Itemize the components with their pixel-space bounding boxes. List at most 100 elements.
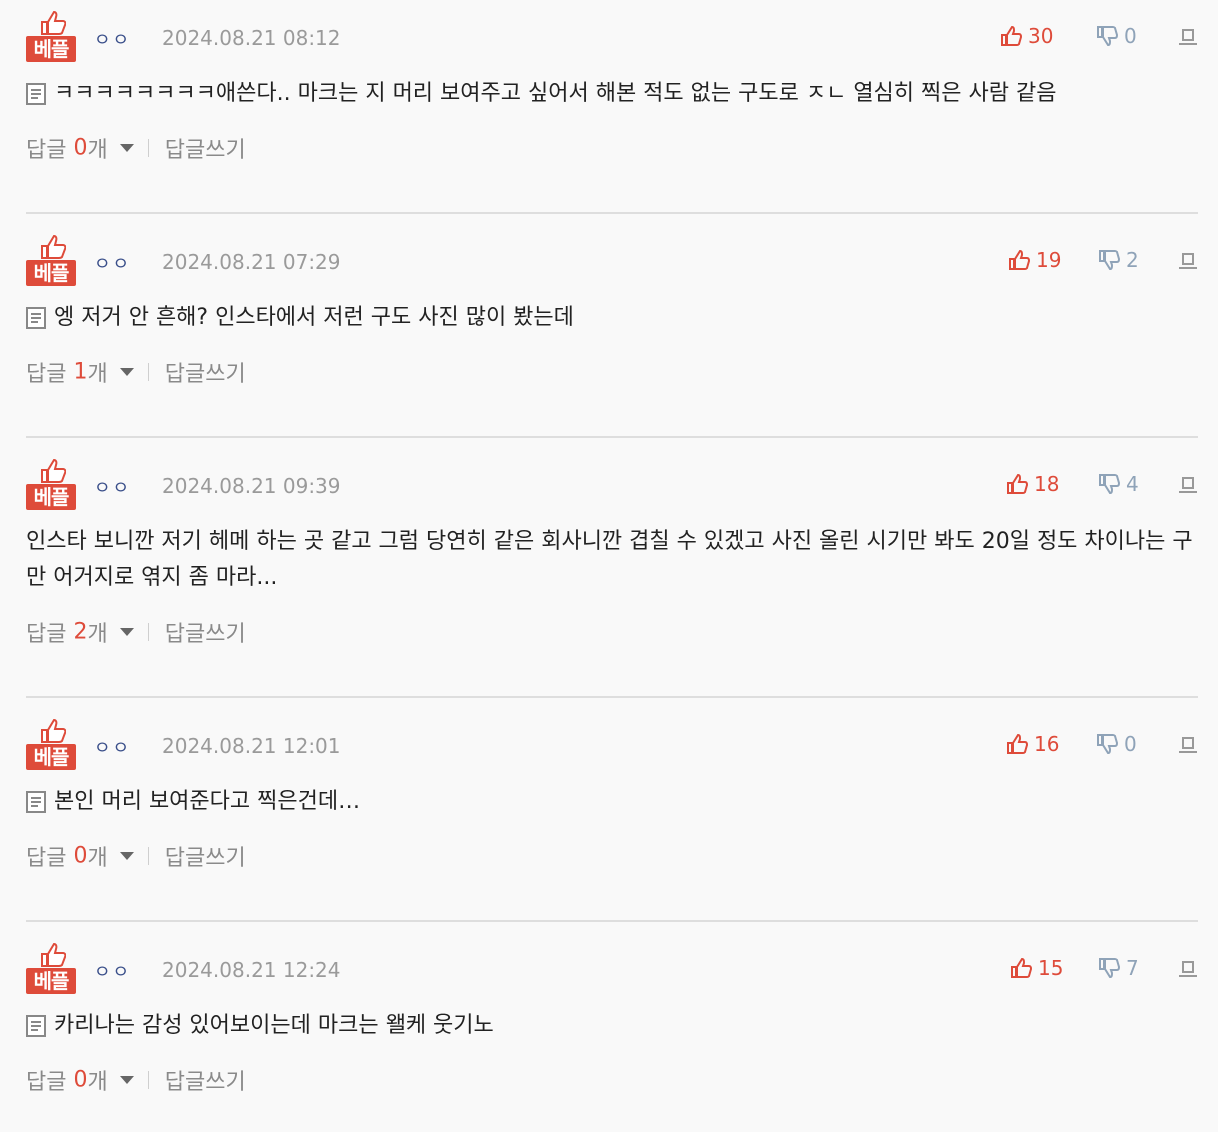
divider [147,139,149,157]
report-icon[interactable] [1178,28,1198,46]
report-icon[interactable] [1178,960,1198,978]
thumbs-down-icon [1099,474,1120,495]
document-icon [26,791,46,813]
report-icon[interactable] [1178,476,1198,494]
downvote-button[interactable]: 2 [1098,248,1139,272]
comment-item: 베플 ㅇㅇ 2024.08.21 07:29 19 2 엥 저거 안 흔해? 인… [26,224,1198,438]
comment-text: 본인 머리 보여준다고 찍은건데… [54,789,361,814]
upvote-count: 18 [1034,472,1060,496]
thumbs-down-icon [1099,250,1120,271]
reply-count: 0 [73,843,88,869]
best-comment-badge: 베플 [26,234,76,288]
downvote-button[interactable]: 0 [1096,732,1137,756]
comment-body: 인스타 보니깐 저기 헤메 하는 곳 같고 그럼 당연히 같은 회사니깐 겹칠 … [26,524,1198,596]
upvote-button[interactable]: 16 [1006,732,1059,756]
downvote-count: 4 [1126,472,1139,496]
reply-toggle[interactable]: 답글 1개 [26,359,134,387]
divider [147,623,149,641]
badge-label: 베플 [26,744,76,770]
comment-actions: 답글 0개 답글쓰기 [26,132,1198,192]
report-icon[interactable] [1178,736,1198,754]
timestamp: 2024.08.21 12:24 [162,958,341,982]
comment-list: 베플 ㅇㅇ 2024.08.21 08:12 30 0 ㅋㅋㅋㅋㅋㅋㅋㅋ애쓴다.… [0,0,1218,1132]
divider [147,363,149,381]
thumbs-down-icon [1097,734,1118,755]
write-reply-button[interactable]: 답글쓰기 [165,622,246,647]
upvote-count: 19 [1036,248,1062,272]
comment-actions: 답글 1개 답글쓰기 [26,356,1198,416]
comment-actions: 답글 0개 답글쓰기 [26,1064,1198,1124]
author-name[interactable]: ㅇㅇ [94,958,131,984]
comment-text: 카리나는 감성 있어보이는데 마크는 왤케 웃기노 [54,1013,494,1038]
report-icon[interactable] [1178,252,1198,270]
author-name[interactable]: ㅇㅇ [94,734,131,760]
upvote-count: 16 [1034,732,1060,756]
reply-toggle[interactable]: 답글 0개 [26,135,134,163]
document-icon [26,83,46,105]
timestamp: 2024.08.21 08:12 [162,26,341,50]
caret-down-icon [119,852,134,860]
badge-label: 베플 [26,484,76,510]
downvote-button[interactable]: 7 [1098,956,1139,980]
best-comment-badge: 베플 [26,942,76,996]
comment-item: 베플 ㅇㅇ 2024.08.21 12:01 16 0 본인 머리 보여준다고 … [26,708,1198,922]
best-comment-badge: 베플 [26,10,76,64]
reply-label: 답글 [26,1070,67,1095]
downvote-count: 0 [1124,732,1137,756]
thumbs-up-icon [41,458,66,483]
comment-body: 본인 머리 보여준다고 찍은건데… [26,784,1198,820]
reply-toggle[interactable]: 답글 2개 [26,619,134,647]
reply-toggle[interactable]: 답글 0개 [26,843,134,871]
write-reply-button[interactable]: 답글쓰기 [165,1070,246,1095]
caret-down-icon [119,144,134,152]
upvote-button[interactable]: 18 [1006,472,1059,496]
caret-down-icon [119,1076,134,1084]
author-name[interactable]: ㅇㅇ [94,250,131,276]
badge-label: 베플 [26,36,76,62]
divider [147,847,149,865]
thumbs-up-icon [41,234,66,259]
reply-count: 0 [73,135,88,161]
write-reply-button[interactable]: 답글쓰기 [165,138,246,163]
reply-label: 답글 [26,622,67,647]
upvote-count: 30 [1028,24,1054,48]
thumbs-down-icon [1099,958,1120,979]
upvote-button[interactable]: 15 [1010,956,1063,980]
reply-unit: 개 [87,362,108,387]
divider [147,1071,149,1089]
thumbs-down-icon [1097,26,1118,47]
reply-toggle[interactable]: 답글 0개 [26,1067,134,1095]
downvote-count: 7 [1126,956,1139,980]
reply-unit: 개 [87,622,108,647]
author-name[interactable]: ㅇㅇ [94,474,131,500]
author-name[interactable]: ㅇㅇ [94,26,131,52]
upvote-button[interactable]: 30 [1000,24,1053,48]
downvote-button[interactable]: 0 [1096,24,1137,48]
caret-down-icon [119,628,134,636]
comment-text: ㅋㅋㅋㅋㅋㅋㅋㅋ애쓴다.. 마크는 지 머리 보여주고 싶어서 해본 적도 없는… [54,81,1057,106]
comment-text: 인스타 보니깐 저기 헤메 하는 곳 같고 그럼 당연히 같은 회사니깐 겹칠 … [26,529,1193,590]
reply-count: 0 [73,1067,88,1093]
upvote-count: 15 [1038,956,1064,980]
document-icon [26,307,46,329]
write-reply-button[interactable]: 답글쓰기 [165,846,246,871]
write-reply-button[interactable]: 답글쓰기 [165,362,246,387]
reply-unit: 개 [87,846,108,871]
downvote-button[interactable]: 4 [1098,472,1139,496]
thumbs-up-icon [1007,733,1028,754]
reply-label: 답글 [26,362,67,387]
reply-unit: 개 [87,1070,108,1095]
reply-unit: 개 [87,138,108,163]
comment-item: 베플 ㅇㅇ 2024.08.21 09:39 18 4 인스타 보니깐 저기 헤… [26,448,1198,698]
comment-body: 엥 저거 안 흔해? 인스타에서 저런 구도 사진 많이 봤는데 [26,300,1198,336]
comment-item: 베플 ㅇㅇ 2024.08.21 12:24 15 7 카리나는 감성 있어보이… [26,932,1198,1132]
thumbs-up-icon [1007,473,1028,494]
document-icon [26,1015,46,1037]
timestamp: 2024.08.21 09:39 [162,474,341,498]
reply-label: 답글 [26,138,67,163]
best-comment-badge: 베플 [26,458,76,512]
timestamp: 2024.08.21 12:01 [162,734,341,758]
upvote-button[interactable]: 19 [1008,248,1061,272]
thumbs-up-icon [41,942,66,967]
comment-actions: 답글 2개 답글쓰기 [26,616,1198,676]
